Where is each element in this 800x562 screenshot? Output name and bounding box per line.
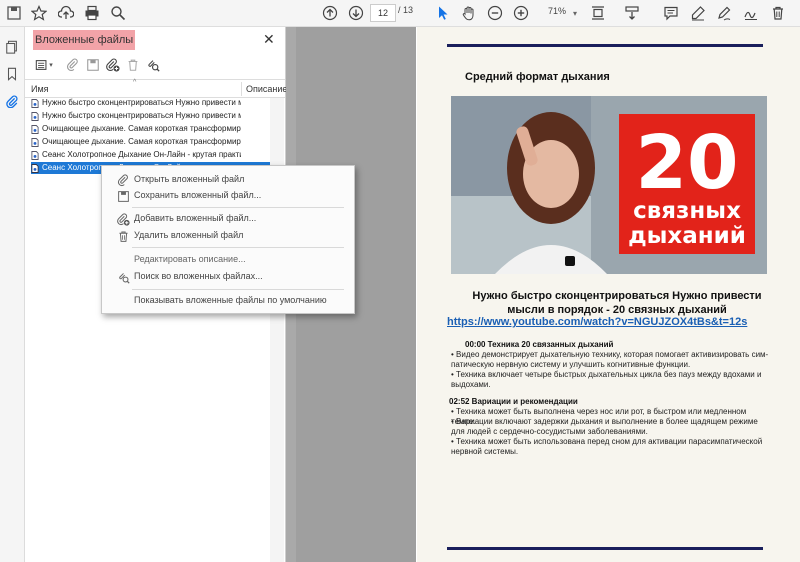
menu-separator [132, 289, 344, 290]
bullet-text: • Техника может быть использована перед … [451, 437, 763, 456]
video-word-1: связных [633, 198, 741, 224]
save-attachment-icon[interactable] [85, 57, 101, 73]
fit-page-icon[interactable] [588, 3, 608, 23]
column-divider [241, 82, 242, 96]
video-title-line-2: мысли в порядок - 20 связных дыханий [507, 304, 727, 316]
section-heading: 00:00 Техника 20 связанных дыханий [465, 340, 614, 349]
attachment-row[interactable]: Сеанс Холотропное Дыхание Он-Лайн - крут… [31, 149, 241, 161]
draw-icon[interactable] [714, 3, 734, 23]
attachment-row[interactable]: Очищающее дыхание. Самая короткая трансф… [31, 136, 241, 148]
trash-icon [116, 229, 130, 243]
search-attachment-icon [116, 270, 130, 284]
zoom-dropdown-icon[interactable]: ▾ [565, 3, 585, 23]
bullet-text: • Техника включает четыре быстрых дыхате… [451, 370, 762, 389]
menu-item-label: Редактировать описание... [134, 254, 246, 264]
file-icon [31, 137, 40, 147]
menu-item-open-attachment[interactable]: Открыть вложенный файл [102, 172, 354, 188]
video-thumbnail[interactable]: 20 связных дыханий [451, 96, 767, 274]
page-number-input[interactable]: 12 [370, 4, 396, 22]
open-attachment-icon[interactable] [65, 57, 81, 73]
video-title-line-1: Нужно быстро сконцентрироваться Нужно пр… [472, 290, 762, 302]
trash-icon[interactable] [125, 57, 141, 73]
search-attachment-icon[interactable] [145, 57, 161, 73]
sort-arrow-icon: ^ [133, 79, 137, 86]
menu-item-edit-description[interactable]: Редактировать описание... [102, 252, 354, 268]
open-attachment-icon [116, 173, 130, 187]
attachments-icon[interactable] [4, 93, 20, 109]
comment-icon[interactable] [661, 3, 681, 23]
menu-separator [132, 207, 344, 208]
menu-item-add-attachment[interactable]: Добавить вложенный файл... [102, 211, 354, 227]
video-title: Нужно быстро сконцентрироваться Нужно пр… [447, 289, 787, 317]
page-total: / 13 [398, 5, 414, 15]
video-number: 20 [636, 120, 739, 206]
options-menu-icon[interactable]: ▾ [33, 57, 55, 73]
save-attachment-icon [116, 189, 130, 203]
menu-item-label: Удалить вложенный файл [134, 230, 244, 240]
attachment-name: Нужно быстро сконцентрироваться Нужно пр… [42, 111, 241, 120]
save-icon[interactable] [4, 3, 24, 23]
menu-item-label: Открыть вложенный файл [134, 174, 245, 184]
top-rule [447, 44, 763, 47]
attachment-row[interactable]: Очищающее дыхание. Самая короткая трансф… [31, 123, 241, 135]
menu-item-label: Поиск во вложенных файлах... [134, 271, 263, 281]
document-page: Средний формат дыхания 20 связных дыхани… [417, 27, 800, 562]
file-icon [31, 98, 40, 108]
file-icon [31, 163, 40, 173]
zoom-in-icon[interactable] [511, 3, 531, 23]
column-header-description[interactable]: Описание [246, 84, 287, 94]
video-thumbnail-image: 20 связных дыханий [451, 96, 767, 274]
scroll-mode-icon[interactable] [622, 3, 642, 23]
page-thumbnails-icon[interactable] [4, 39, 20, 55]
menu-item-delete-attachment[interactable]: Удалить вложенный файл [102, 228, 354, 244]
menu-item-label: Добавить вложенный файл... [134, 213, 257, 223]
close-icon[interactable]: ✕ [263, 31, 275, 48]
panel-divider [25, 79, 285, 80]
zoom-level[interactable]: 71% [548, 6, 566, 16]
menu-item-label: Показывать вложенные файлы по умолчанию [134, 295, 327, 305]
delete-icon[interactable] [768, 3, 788, 23]
bullet-text: • Вариации включают задержки дыхания и в… [451, 417, 758, 436]
section-heading: 02:52 Вариации и рекомендации [449, 397, 578, 406]
menu-item-show-by-default[interactable]: Показывать вложенные файлы по умолчанию [102, 293, 354, 309]
menu-separator [132, 247, 344, 248]
attachment-name: Очищающее дыхание. Самая короткая трансф… [42, 137, 241, 146]
video-word-2: дыханий [628, 223, 746, 249]
bullet-text: • Видео демонстрирует дыхательную техник… [451, 350, 769, 369]
column-header-name[interactable]: Имя [31, 84, 49, 94]
video-link[interactable]: https://www.youtube.com/watch?v=NGUJZOX4… [447, 316, 747, 328]
attachment-name: Сеанс Холотропное Дыхание Он-Лайн - крут… [42, 150, 241, 159]
menu-item-label: Сохранить вложенный файл... [134, 190, 262, 200]
page-heading: Средний формат дыхания [465, 71, 610, 83]
select-cursor-icon[interactable] [433, 3, 453, 23]
bottom-rule [447, 547, 763, 550]
add-attachment-icon [116, 212, 130, 226]
file-icon [31, 111, 40, 121]
main-toolbar: 12 / 13 71% ▾ [0, 0, 800, 27]
context-menu: Открыть вложенный файл Сохранить вложенн… [101, 165, 355, 314]
zoom-search-icon[interactable] [108, 3, 128, 23]
sign-icon[interactable] [741, 3, 761, 23]
attachment-row[interactable]: Нужно быстро сконцентрироваться Нужно пр… [31, 97, 241, 109]
attachment-row[interactable]: Нужно быстро сконцентрироваться Нужно пр… [31, 110, 241, 122]
file-icon [31, 150, 40, 160]
file-icon [31, 124, 40, 134]
bookmarks-icon[interactable] [4, 66, 20, 82]
menu-item-search-attachments[interactable]: Поиск во вложенных файлах... [102, 269, 354, 285]
add-attachment-icon[interactable] [105, 57, 121, 73]
panel-title: Вложенные файлы [33, 30, 136, 50]
zoom-out-icon[interactable] [485, 3, 505, 23]
navigation-rail [0, 27, 25, 562]
attachment-name: Нужно быстро сконцентрироваться Нужно пр… [42, 98, 241, 107]
star-icon[interactable] [29, 3, 49, 23]
upload-icon[interactable] [56, 3, 76, 23]
highlight-pen-icon[interactable] [688, 3, 708, 23]
prev-page-icon[interactable] [320, 3, 340, 23]
menu-item-save-attachment[interactable]: Сохранить вложенный файл... [102, 188, 354, 204]
attachment-name: Очищающее дыхание. Самая короткая трансф… [42, 124, 241, 133]
hand-icon[interactable] [459, 3, 479, 23]
next-page-icon[interactable] [346, 3, 366, 23]
print-icon[interactable] [82, 3, 102, 23]
